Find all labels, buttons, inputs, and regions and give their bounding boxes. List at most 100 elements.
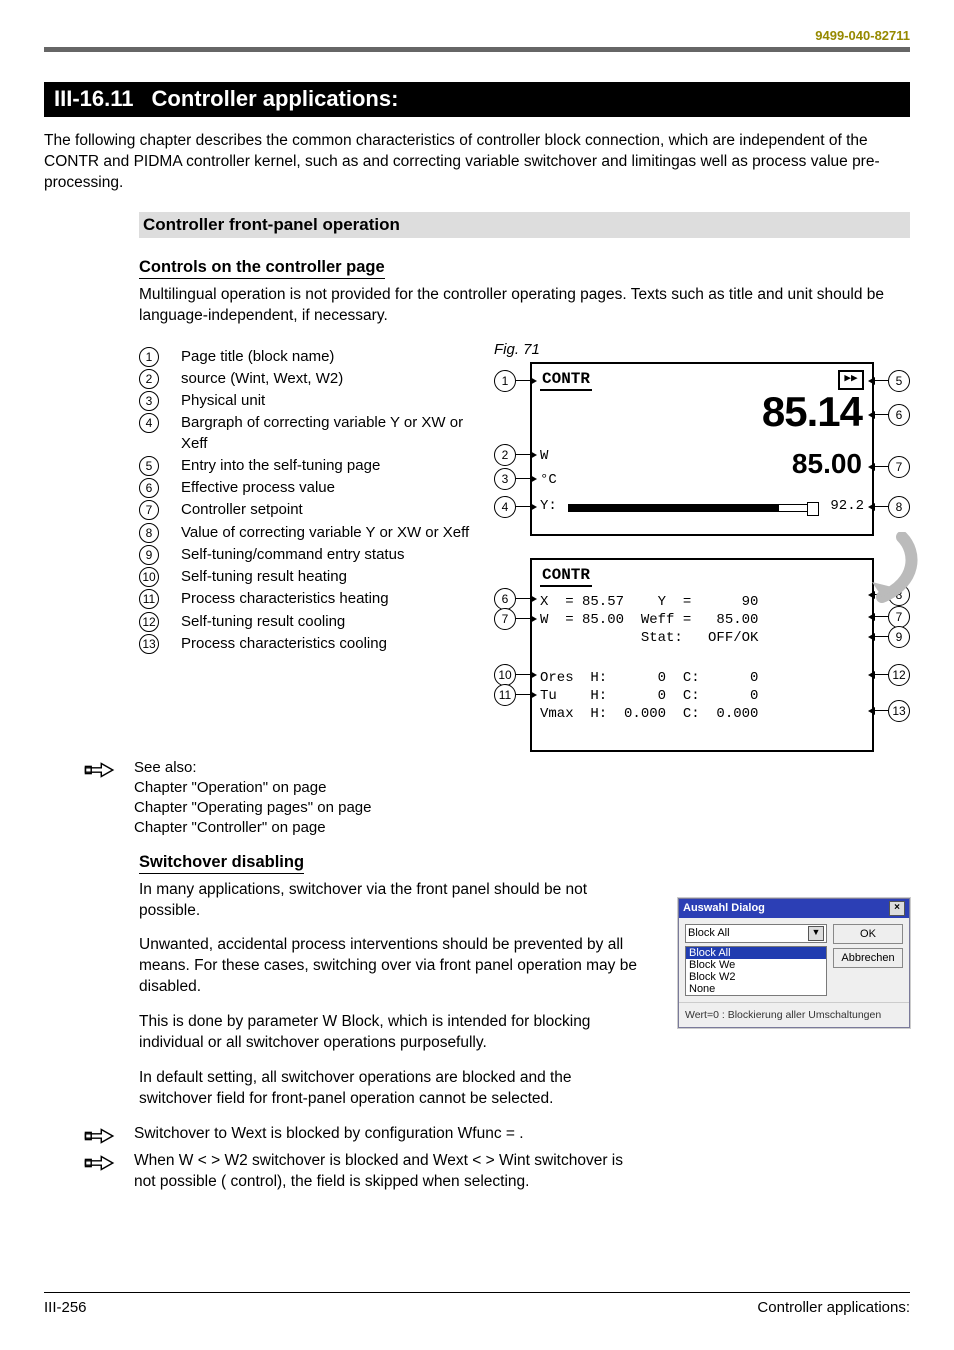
callout-4: 4 [494, 496, 516, 518]
switch-note-1: Switchover to Wext is blocked by configu… [134, 1124, 524, 1145]
legend-num-6: 6 [139, 478, 159, 498]
heading-controls: Controls on the controller page [139, 258, 385, 279]
callout-1: 1 [494, 370, 516, 392]
legend-num-7: 7 [139, 500, 159, 520]
dialog-close-button[interactable]: × [889, 901, 905, 916]
legend-text-2: source (Wint, Wext, W2) [181, 369, 343, 389]
unit-label: °C [540, 472, 557, 488]
legend-text-1: Page title (block name) [181, 347, 334, 367]
callout-3: 3 [494, 468, 516, 490]
panel-title-2: CONTR [540, 564, 592, 587]
dialog-ok-button[interactable]: OK [833, 924, 903, 944]
st-line-5: Tu H: 0 C: 0 [540, 688, 758, 704]
pointing-hand-icon [84, 1151, 124, 1180]
legend-num-2: 2 [139, 369, 159, 389]
legend-num-1: 1 [139, 347, 159, 367]
legend-text-5: Entry into the self-tuning page [181, 456, 380, 476]
legend-text-13: Process characteristics cooling [181, 634, 387, 654]
section-title: Controller applications: [144, 82, 910, 117]
callout-10: 10 [494, 664, 516, 686]
legend-text-12: Self-tuning result cooling [181, 612, 345, 632]
switch-p4: In default setting, all switchover opera… [139, 1068, 646, 1110]
legend-num-13: 13 [139, 634, 159, 654]
callout-7b: 7 [494, 608, 516, 630]
callout-7: 7 [888, 456, 910, 478]
y-value: 92.2 [830, 498, 864, 514]
setpoint-value: 85.00 [792, 448, 862, 480]
callout-12: 12 [888, 664, 910, 686]
legend-num-5: 5 [139, 456, 159, 476]
w-label: W [540, 448, 548, 464]
see-also-line-1: Chapter "Operation" on page [134, 778, 371, 798]
controller-panel-bottom: CONTR X = 85.57 Y = 90 W = 85.00 Weff = … [530, 558, 874, 752]
dialog-combobox[interactable]: Block All ▼ [685, 924, 827, 943]
auswahl-dialog: Auswahl Dialog × Block All ▼ Block All B… [678, 898, 910, 1028]
intro-paragraph: The following chapter describes the comm… [44, 131, 910, 194]
y-label: Y: [540, 498, 557, 514]
dialog-option-0[interactable]: Block All [686, 947, 826, 959]
st-line-2: W = 85.00 Weff = 85.00 [540, 612, 758, 628]
callout-5: 5 [888, 370, 910, 392]
legend-text-11: Process characteristics heating [181, 589, 389, 609]
st-line-6: Vmax H: 0.000 C: 0.000 [540, 706, 758, 722]
dialog-option-3[interactable]: None [686, 983, 826, 995]
callout-13: 13 [888, 700, 910, 722]
callout-9: 9 [888, 626, 910, 648]
controls-intro: Multilingual operation is not provided f… [139, 285, 910, 327]
dialog-option-2[interactable]: Block W2 [686, 971, 826, 983]
legend-num-10: 10 [139, 567, 159, 587]
legend-text-6: Effective process value [181, 478, 335, 498]
dialog-note: Wert=0 : Blockierung aller Umschaltungen [679, 1002, 909, 1027]
legend-text-8: Value of correcting variable Y or XW or … [181, 523, 469, 543]
legend-num-11: 11 [139, 589, 159, 609]
figure-71: CONTR ▶▶ 85.14 W °C 85.00 Y: 92.2 [494, 362, 910, 752]
pointing-hand-icon [84, 1124, 124, 1153]
section-number: III-16.11 [44, 82, 144, 117]
dialog-option-list[interactable]: Block All Block We Block W2 None [685, 946, 827, 996]
callout-8: 8 [888, 496, 910, 518]
legend-num-4: 4 [139, 413, 159, 433]
footer-section-name: Controller applications: [757, 1299, 910, 1316]
legend-list: 1 Page title (block name) 2 source (Wint,… [139, 347, 474, 655]
st-line-4: Ores H: 0 C: 0 [540, 670, 758, 686]
legend-text-7: Controller setpoint [181, 500, 303, 520]
swoosh-arrow-icon [852, 532, 922, 612]
callout-6: 6 [888, 404, 910, 426]
legend-num-12: 12 [139, 612, 159, 632]
top-rule [44, 47, 910, 52]
chevron-down-icon[interactable]: ▼ [808, 926, 824, 941]
legend-num-3: 3 [139, 391, 159, 411]
figure-caption: Fig. 71 [494, 341, 910, 358]
legend-num-9: 9 [139, 545, 159, 565]
dialog-title: Auswahl Dialog [683, 902, 765, 914]
controller-panel-top: CONTR ▶▶ 85.14 W °C 85.00 Y: 92.2 [530, 362, 874, 536]
callout-11: 11 [494, 684, 516, 706]
legend-text-4: Bargraph of correcting variable Y or XW … [181, 413, 474, 454]
see-also-line-3: Chapter "Controller" on page [134, 818, 371, 838]
switch-note-2: When W < > W2 switchover is blocked and … [134, 1151, 634, 1193]
switch-p2: Unwanted, accidental process interventio… [139, 935, 646, 998]
switch-p3: This is done by parameter W Block, which… [139, 1012, 646, 1054]
legend-text-9: Self-tuning/command entry status [181, 545, 404, 565]
pointing-hand-icon [84, 758, 124, 787]
st-line-1: X = 85.57 Y = 90 [540, 594, 758, 610]
switch-p1: In many applications, switchover via the… [139, 880, 646, 922]
callout-2: 2 [494, 444, 516, 466]
heading-front-panel: Controller front-panel operation [139, 212, 910, 238]
dialog-cancel-button[interactable]: Abbrechen [833, 948, 903, 968]
page-footer: III-256 Controller applications: [44, 1292, 910, 1316]
legend-num-8: 8 [139, 523, 159, 543]
dialog-option-1[interactable]: Block We [686, 959, 826, 971]
footer-page-number: III-256 [44, 1299, 87, 1316]
document-id: 9499-040-82711 [44, 28, 910, 43]
legend-text-3: Physical unit [181, 391, 265, 411]
see-also-line-2: Chapter "Operating pages" on page [134, 798, 371, 818]
dialog-selected-value: Block All [688, 927, 730, 939]
legend-text-10: Self-tuning result heating [181, 567, 347, 587]
panel-title: CONTR [540, 368, 592, 391]
self-tune-button[interactable]: ▶▶ [838, 370, 864, 390]
process-value: 85.14 [762, 388, 862, 436]
section-header: III-16.11 Controller applications: [44, 82, 910, 117]
callout-6b: 6 [494, 588, 516, 610]
heading-switchover: Switchover disabling [139, 853, 304, 874]
